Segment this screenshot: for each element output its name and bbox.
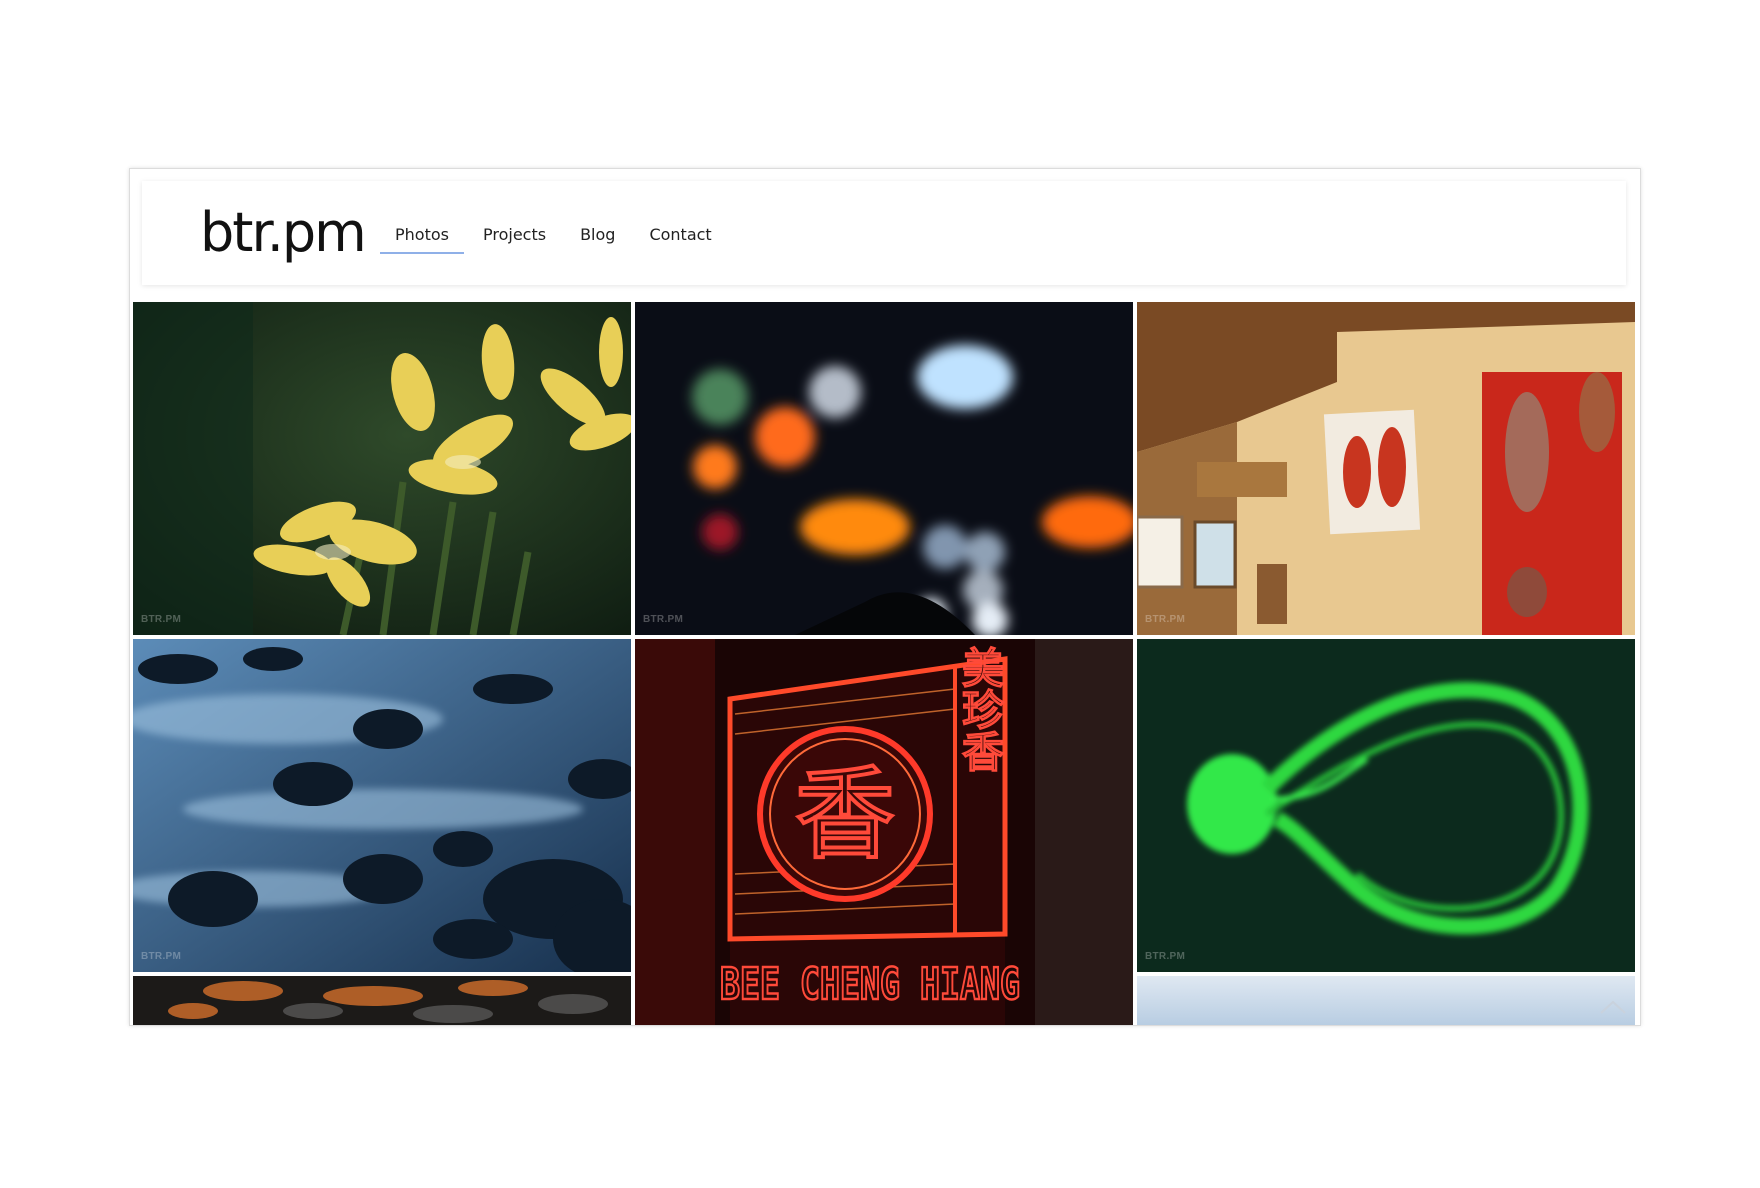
photo-paintings[interactable]: BTR.PM (1137, 302, 1635, 635)
river-image (133, 639, 631, 972)
nav-item-projects[interactable]: Projects (468, 221, 561, 254)
stones-image (133, 976, 631, 1025)
photo-neon-sign[interactable]: 香 美珍香 BEE CHENG HIANG (635, 639, 1133, 1025)
scroll-to-top-button[interactable] (1598, 995, 1628, 1019)
neon-sign-bottom-text: BEE CHENG HIANG (720, 959, 1020, 1010)
neon-sign-image: 香 美珍香 BEE CHENG HIANG (635, 639, 1133, 1025)
site-header: btr.pm Photos Projects Blog Contact (142, 181, 1626, 285)
site-logo[interactable]: btr.pm (200, 201, 367, 265)
paintings-image (1137, 302, 1635, 635)
photo-sky[interactable] (1137, 976, 1635, 1025)
photo-watermark: BTR.PM (1145, 614, 1186, 625)
nav-item-blog[interactable]: Blog (565, 221, 630, 254)
nav-item-photos[interactable]: Photos (380, 221, 464, 254)
neon-sign-character: 香 (795, 756, 895, 873)
jellyfish-image (1137, 639, 1635, 972)
photo-watermark: BTR.PM (141, 614, 182, 625)
chevron-up-icon (1600, 1000, 1626, 1014)
photo-river[interactable]: BTR.PM (133, 639, 631, 972)
neon-sign-side-text: 美珍香 (956, 646, 1005, 772)
photo-bokeh[interactable]: BTR.PM (635, 302, 1133, 635)
photo-jellyfish[interactable]: BTR.PM (1137, 639, 1635, 972)
photo-flowers[interactable]: BTR.PM (133, 302, 631, 635)
photo-watermark: BTR.PM (141, 951, 182, 962)
flowers-image (133, 302, 631, 635)
photo-watermark: BTR.PM (1145, 951, 1186, 962)
sky-image (1137, 976, 1635, 1025)
photo-grid: BTR.PM BTR.PM BTR.PM BTR.PM 香 美珍香 BEE CH… (133, 302, 1637, 1025)
photo-stones[interactable] (133, 976, 631, 1025)
photo-watermark: BTR.PM (643, 614, 684, 625)
nav-item-contact[interactable]: Contact (634, 221, 726, 254)
browser-window: btr.pm Photos Projects Blog Contact BTR.… (129, 168, 1641, 1026)
main-nav: Photos Projects Blog Contact (380, 221, 731, 254)
bokeh-image (635, 302, 1133, 635)
